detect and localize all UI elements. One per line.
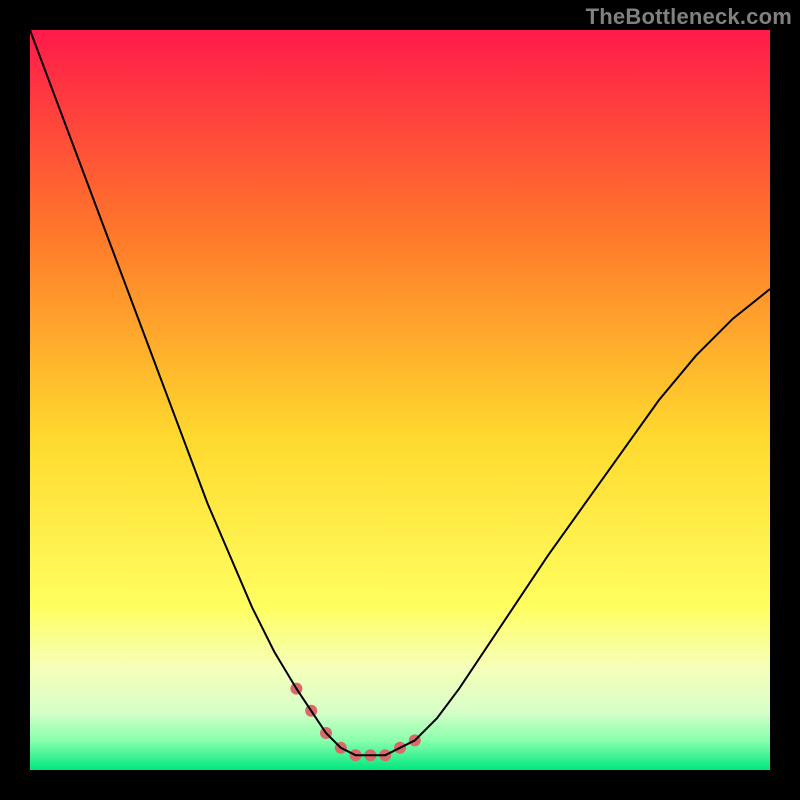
chart-frame: TheBottleneck.com xyxy=(0,0,800,800)
plot-svg xyxy=(30,30,770,770)
plot-area xyxy=(30,30,770,770)
watermark-text: TheBottleneck.com xyxy=(586,4,792,30)
